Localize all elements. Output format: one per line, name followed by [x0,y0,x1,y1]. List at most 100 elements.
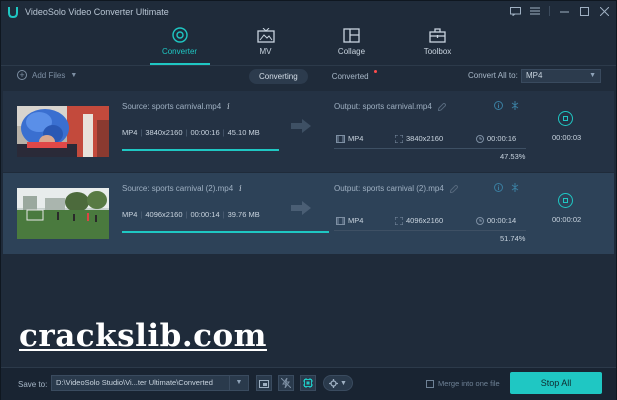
divider [334,230,526,231]
folder-icon [259,379,269,388]
arrow-right-icon [291,119,311,133]
feedback-icon[interactable] [507,4,523,18]
notification-badge [373,70,377,73]
tab-mv[interactable]: MV [236,23,296,65]
converter-icon [171,27,189,43]
convert-all-label: Convert All to: [468,71,518,80]
chevron-down-icon: ▼ [589,72,596,79]
output-duration[interactable]: 00:00:16 [476,134,516,143]
menu-icon[interactable] [527,4,543,18]
tab-label: Collage [337,47,366,56]
compress-icon[interactable] [511,101,519,110]
app-window: VideoSolo Video Converter Ultimate Conve… [0,0,617,400]
output-resolution[interactable]: 3840x2160 [395,134,443,143]
tab-label: Converter [161,47,198,56]
maximize-icon[interactable] [576,4,592,18]
minimize-icon[interactable] [556,4,572,18]
save-to-label: Save to: [18,380,48,389]
tab-converter[interactable]: Converter [149,23,210,65]
bottom-bar: Save to: D:\VideoSolo Studio\Vi...ter Ul… [1,367,616,400]
file-row[interactable]: Source: sports carnival.mp4 i MP4 | 3840x… [3,91,614,172]
stop-all-button[interactable]: Stop All [510,372,602,394]
toolbar: + Add Files ▼ Converting Converted Conve… [1,66,616,88]
compress-icon[interactable] [511,183,519,192]
app-logo-icon [7,5,19,19]
add-files-label: Add Files [32,70,66,80]
output-resolution-value: 4096x2160 [406,216,444,225]
source-resolution: 4096x2160 [145,210,183,219]
info-icon[interactable]: i [239,184,242,193]
gpu-acceleration-button[interactable] [300,375,316,391]
settings-button[interactable]: ▼ [323,375,353,391]
toolbox-icon [429,27,447,43]
plus-icon: + [17,70,27,80]
progress-bar [122,149,279,151]
info-circle-icon[interactable] [494,101,503,110]
source-filename: Source: sports carnival.mp4 i [122,102,230,111]
source-label: Source: sports carnival (2).mp4 [122,184,234,193]
tab-toolbox[interactable]: Toolbox [408,23,468,65]
tab-converted[interactable]: Converted [322,69,379,84]
add-files-button[interactable]: + Add Files ▼ [17,70,77,80]
title-bar: VideoSolo Video Converter Ultimate [1,1,616,23]
save-path-value: D:\VideoSolo Studio\Vi...ter Ultimate\Co… [56,378,213,387]
convert-all-format-value: MP4 [526,71,543,80]
tab-converted-label: Converted [331,72,369,81]
output-resolution-value: 3840x2160 [406,134,444,143]
video-thumbnail[interactable] [17,106,109,157]
source-meta: MP4 | 3840x2160 | 00:00:16 | 45.10 MB [122,128,260,137]
progress-percent: 51.74% [500,234,526,243]
output-duration[interactable]: 00:00:14 [476,216,516,225]
stop-icon [563,198,568,203]
chevron-down-icon[interactable]: ▼ [70,72,77,79]
file-row[interactable]: Source: sports carnival (2).mp4 i MP4 | 4… [3,173,614,254]
elapsed-time: 00:00:03 [552,133,582,142]
output-format-value: MP4 [348,134,364,143]
window-controls [507,4,612,18]
source-duration: 00:00:16 [190,128,220,137]
resize-icon [395,216,403,225]
video-format-icon [336,216,345,225]
tab-collage[interactable]: Collage [322,23,382,65]
video-thumbnail[interactable] [17,188,109,239]
progress-percent: 47.53% [500,152,526,161]
stop-convert-button[interactable] [558,193,573,208]
gpu-icon [303,378,313,388]
open-folder-button[interactable] [256,375,272,391]
tab-converting[interactable]: Converting [249,69,308,84]
hardware-acceleration-off-button[interactable] [278,375,294,391]
tab-label: Toolbox [423,47,452,56]
output-actions [494,183,519,192]
source-resolution: 3840x2160 [145,128,183,137]
info-circle-icon[interactable] [494,183,503,192]
divider [334,148,526,149]
status-tabs: Converting Converted [249,69,379,84]
clock-icon [476,134,484,143]
output-format-value: MP4 [348,216,364,225]
convert-all-format-select[interactable]: MP4 ▼ [521,69,601,83]
output-format[interactable]: MP4 [336,216,363,225]
output-duration-value: 00:00:16 [487,134,517,143]
edit-icon[interactable] [449,184,458,193]
source-size: 45.10 MB [227,128,260,137]
merge-checkbox-row[interactable]: Merge into one file [426,379,500,388]
chevron-down-icon[interactable]: ▼ [229,376,248,390]
lightning-off-icon [281,378,291,388]
watermark-text: crackslib.com [19,318,267,354]
close-icon[interactable] [596,4,612,18]
source-size: 39.76 MB [227,210,260,219]
tab-label: MV [259,47,272,56]
output-resolution[interactable]: 4096x2160 [395,216,443,225]
output-duration-value: 00:00:14 [487,216,517,225]
clock-icon [476,216,484,225]
output-filename: Output: sports carnival.mp4 [334,102,446,111]
collage-icon [343,27,361,43]
source-duration: 00:00:14 [190,210,220,219]
main-nav: Converter MV Collage Toolbox [1,23,616,65]
merge-checkbox[interactable] [426,379,434,388]
info-icon[interactable]: i [227,102,230,111]
edit-icon[interactable] [437,102,446,111]
stop-convert-button[interactable] [558,111,573,126]
output-format[interactable]: MP4 [336,134,363,143]
save-path-select[interactable]: D:\VideoSolo Studio\Vi...ter Ultimate\Co… [51,375,249,391]
